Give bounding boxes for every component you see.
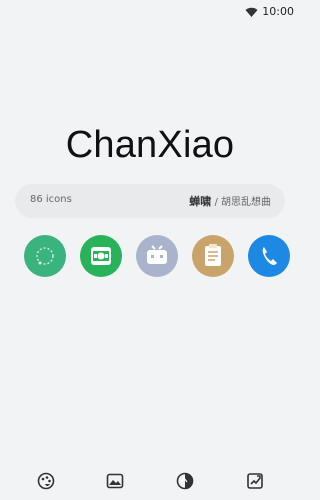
gallery-icon[interactable]	[106, 472, 124, 490]
icon-count: 86 icons	[30, 194, 72, 205]
status-right: 10:00	[245, 2, 294, 21]
author-name: 蝉啸	[189, 195, 212, 208]
info-bar[interactable]: 86 icons 蝉啸 / 胡思乱想曲	[15, 184, 285, 218]
palette-icon[interactable]	[37, 472, 55, 490]
apply-icon[interactable]	[246, 472, 264, 490]
phone-icon[interactable]	[248, 235, 290, 277]
notes-icon[interactable]	[192, 235, 234, 277]
app-title: ChanXiao	[65, 124, 235, 166]
author-subtitle: 胡思乱想曲	[221, 197, 271, 208]
green-swirl-icon[interactable]	[24, 235, 66, 277]
theme-icon[interactable]	[176, 472, 194, 490]
status-time: 10:00	[262, 5, 294, 18]
icon-preview-row	[24, 235, 290, 277]
author-info: 蝉啸 / 胡思乱想曲	[189, 193, 271, 209]
status-bar: 10:00	[0, 0, 300, 18]
bottom-nav	[0, 460, 300, 500]
camera-icon[interactable]	[80, 235, 122, 277]
wifi-icon	[245, 2, 258, 21]
tv-icon[interactable]	[136, 235, 178, 277]
author-separator: /	[214, 197, 218, 208]
